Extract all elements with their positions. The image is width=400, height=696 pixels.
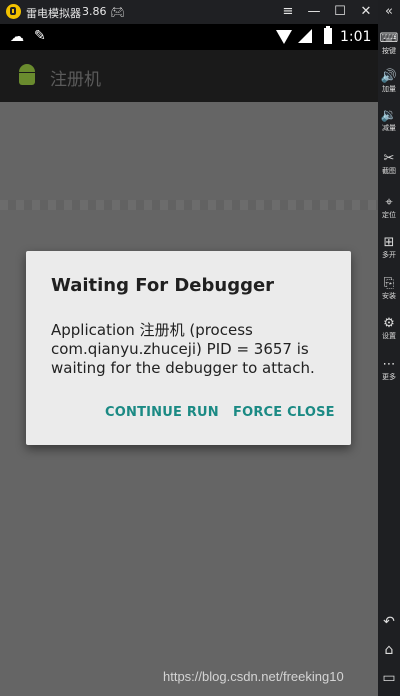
menu-button[interactable]: ≡: [278, 2, 298, 22]
background-pattern: [0, 200, 378, 210]
android-app-icon: [16, 62, 38, 88]
gamepad-icon[interactable]: 🎮︎: [110, 5, 125, 19]
back-icon[interactable]: ↶: [378, 614, 400, 630]
sidebar-item-label: 设置: [382, 332, 396, 340]
emulator-title: 雷电模拟器: [26, 7, 81, 20]
sidebar-item-label: 定位: [382, 211, 396, 219]
dialog-title: Waiting For Debugger: [51, 275, 275, 296]
sidebar-item-multi-open[interactable]: ⊞ 多开: [378, 236, 400, 260]
sidebar-item-label: 加量: [382, 85, 396, 93]
sidebar-item-label: 多开: [382, 251, 396, 259]
location-icon: ⌖: [385, 195, 393, 210]
more-icon: ⋯: [382, 357, 396, 372]
wifi-icon: [276, 30, 292, 44]
sidebar-item-label: 更多: [382, 373, 396, 381]
sidebar-item-volume-down[interactable]: 🔉 减量: [378, 109, 400, 133]
keyboard-icon: ⌨: [379, 31, 399, 46]
close-button[interactable]: ✕: [356, 2, 376, 22]
apk-install-icon: ⎘: [383, 276, 395, 291]
app-title: 注册机: [50, 70, 101, 90]
volume-up-icon: 🔊: [380, 69, 398, 84]
sidebar-item-settings[interactable]: ⚙ 设置: [378, 317, 400, 341]
settings-icon: ⚙: [383, 316, 395, 331]
maximize-button[interactable]: ☐: [330, 2, 350, 22]
sidebar-item-scissors[interactable]: ✂ 截图: [378, 152, 400, 176]
sidebar-item-label: 截图: [382, 167, 396, 175]
multi-open-icon: ⊞: [383, 235, 395, 250]
volume-down-icon: 🔉: [380, 108, 398, 123]
sidebar-item-more[interactable]: ⋯ 更多: [378, 358, 400, 382]
signal-icon: [298, 29, 312, 43]
continue-run-button[interactable]: CONTINUE RUN: [105, 405, 219, 420]
watermark: https://blog.csdn.net/freeking10: [163, 669, 344, 684]
cloud-icon: ☁: [10, 29, 24, 45]
battery-icon: [324, 26, 332, 44]
sidebar-item-label: 安装: [382, 292, 396, 300]
scissors-icon: ✂: [383, 151, 395, 166]
status-bar: ☁ ✎ 1:01: [0, 24, 378, 50]
force-close-button[interactable]: FORCE CLOSE: [233, 405, 335, 420]
emulator-logo-icon: [6, 4, 21, 19]
collapse-icon[interactable]: «: [378, 4, 400, 19]
emulator-sidebar: « ⌨ 按键 🔊 加量 🔉 减量 ✂ 截图 ⌖ 定位 ⊞ 多开 ⎘ 安装 ⚙ 设置 ⋯ 更多 ↶ ⌂ ▭: [378, 0, 400, 696]
sidebar-item-label: 减量: [382, 124, 396, 132]
sidebar-item-location[interactable]: ⌖ 定位: [378, 196, 400, 220]
debugger-dialog: Waiting For Debugger Application 注册机 (pr…: [26, 251, 351, 445]
emulator-titlebar: 雷电模拟器 3.86 🎮︎ ≡ — ☐ ✕: [0, 0, 400, 24]
sidebar-item-volume-up[interactable]: 🔊 加量: [378, 70, 400, 94]
sidebar-item-label: 按键: [382, 47, 396, 55]
sidebar-item-apk-install[interactable]: ⎘ 安装: [378, 277, 400, 301]
sidebar-item-keyboard[interactable]: ⌨ 按键: [378, 32, 400, 56]
status-clock: 1:01: [340, 29, 372, 45]
dialog-message: Application 注册机 (process com.qianyu.zhuc…: [51, 321, 315, 377]
minimize-button[interactable]: —: [304, 2, 324, 22]
recents-icon[interactable]: ▭: [378, 670, 400, 686]
emulator-version: 3.86: [82, 5, 107, 18]
home-icon[interactable]: ⌂: [378, 642, 400, 658]
app-bar: 注册机: [0, 50, 378, 102]
debug-icon: ✎: [34, 28, 46, 44]
